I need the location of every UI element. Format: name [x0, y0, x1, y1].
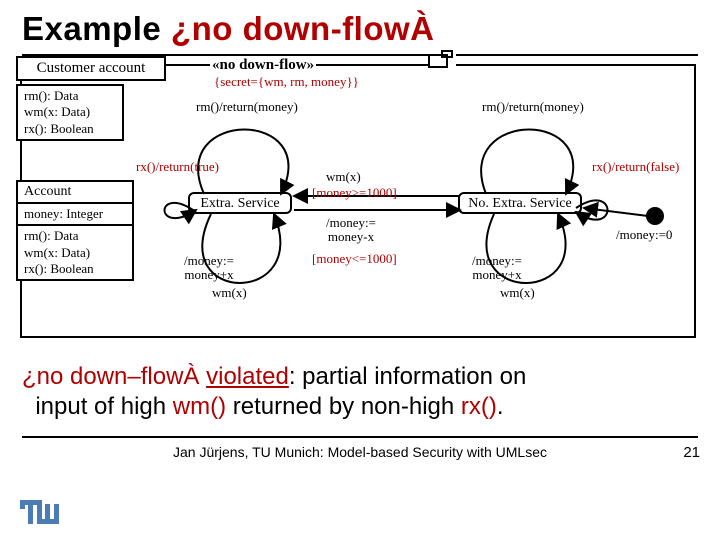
trans-rx-true: rx()/return(true)	[136, 160, 219, 174]
caption: ¿no down–flowÀ violated: partial informa…	[22, 362, 698, 422]
eff-mid: /money:= money-x	[326, 216, 376, 245]
trans-wmx-top: wm(x)	[326, 170, 361, 184]
tagged-value: {secret={wm, rm, money}}	[212, 74, 361, 90]
state-no-extra-service: No. Extra. Service	[458, 192, 582, 214]
class-customer-name: Customer account	[16, 56, 166, 81]
trans-wmx-left: wm(x)	[212, 286, 247, 300]
op: rx(): Boolean	[24, 261, 126, 277]
footer-text: Jan Jürjens, TU Munich: Model-based Secu…	[173, 444, 547, 460]
class-account: Account money: Integer rm(): Data wm(x: …	[16, 180, 134, 281]
title-plain: Example	[22, 10, 171, 47]
state-extra-service: Extra. Service	[188, 192, 292, 214]
guard-ge: [money>=1000]	[312, 186, 397, 200]
footer: Jan Jürjens, TU Munich: Model-based Secu…	[22, 444, 698, 460]
trans-rx-false: rx()/return(false)	[592, 160, 679, 174]
trans-wmx-right: wm(x)	[500, 286, 535, 300]
caption-p2a: input of high	[35, 393, 172, 420]
op: rm(): Data	[24, 88, 116, 104]
caption-p2e: .	[497, 393, 504, 420]
class-customer-ops: rm(): Data wm(x: Data) rx(): Boolean	[16, 84, 124, 141]
title-red: ¿no down-flowÀ	[171, 10, 435, 47]
trans-rm-right: rm()/return(money)	[482, 100, 584, 114]
uml-diagram: Customer account «no down-flow» {secret=…	[16, 60, 696, 350]
trans-rm-left: rm()/return(money)	[196, 100, 298, 114]
op: rm(): Data	[24, 228, 126, 244]
caption-p2c: returned by non-high	[226, 393, 461, 420]
rule-bottom	[22, 436, 698, 438]
slide-title: Example ¿no down-flowÀ	[22, 10, 698, 48]
trans-init: /money:=0	[616, 228, 672, 242]
caption-wm: wm()	[173, 393, 226, 420]
page-number: 21	[683, 444, 700, 461]
stereotype-label: «no down-flow»	[210, 57, 316, 74]
caption-violated: violated	[206, 363, 289, 390]
attr: money: Integer	[24, 206, 126, 222]
caption-red1: ¿no down–flowÀ	[22, 363, 206, 390]
op: wm(x: Data)	[24, 104, 116, 120]
class-label: Customer account	[18, 58, 164, 79]
op: rx(): Boolean	[24, 121, 116, 137]
initial-state-icon	[646, 207, 664, 225]
class-label: Account	[18, 182, 132, 204]
guard-le: [money<=1000]	[312, 252, 397, 266]
op: wm(x: Data)	[24, 245, 126, 261]
package-tab-icon	[428, 54, 456, 70]
caption-p1c: : partial information on	[289, 363, 526, 390]
caption-rx: rx()	[461, 393, 497, 420]
eff-right: /money:= money+x	[472, 254, 522, 283]
eff-left: /money:= money+x	[184, 254, 234, 283]
tum-logo-icon	[20, 500, 60, 528]
